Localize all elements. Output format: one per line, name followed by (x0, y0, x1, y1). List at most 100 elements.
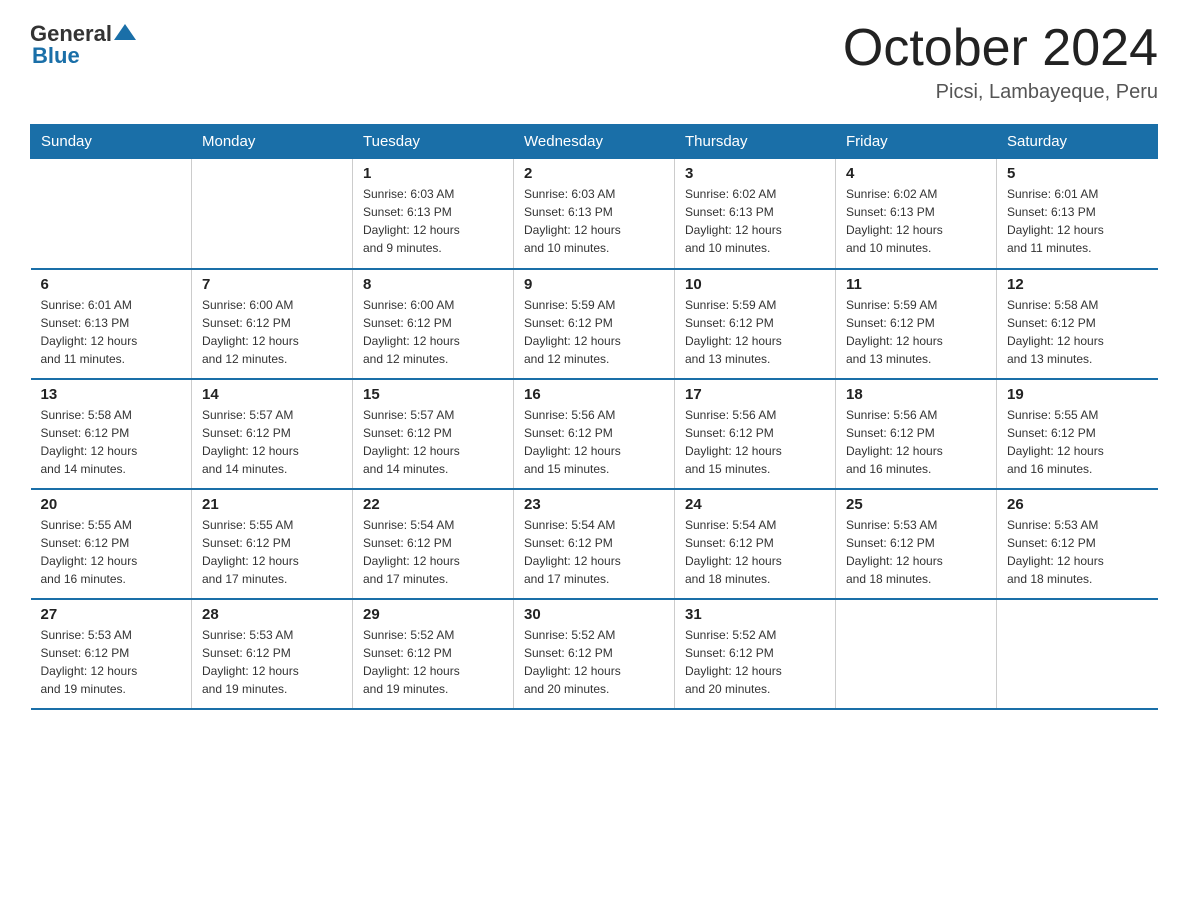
calendar-week-row: 13Sunrise: 5:58 AM Sunset: 6:12 PM Dayli… (31, 379, 1158, 489)
calendar-cell: 23 Sunrise: 5:54 AM Sunset: 6:12 PM Dayli… (514, 489, 675, 599)
day-info: Sunrise: 6:02 AM Sunset: 6:13 PM Dayligh… (685, 185, 825, 257)
day-info: Sunrise: 5:56 AM Sunset: 6:12 PM Dayligh… (524, 406, 664, 478)
day-number: 26 (1007, 496, 1148, 513)
calendar-cell: 22Sunrise: 5:54 AM Sunset: 6:12 PM Dayli… (353, 489, 514, 599)
day-info: Sunrise: 6:03 AM Sunset: 6:13 PM Dayligh… (524, 185, 664, 257)
header-day-wednesday: Wednesday (514, 125, 675, 159)
day-number: 29 (363, 606, 503, 623)
day-info: Sunrise: 5:55 AM Sunset: 6:12 PM Dayligh… (202, 516, 342, 588)
day-number: 23 (524, 496, 664, 513)
day-info: Sunrise: 5:52 AM Sunset: 6:12 PM Dayligh… (685, 626, 825, 698)
day-info: Sunrise: 5:56 AM Sunset: 6:12 PM Dayligh… (846, 406, 986, 478)
calendar-cell: 12 Sunrise: 5:58 AM Sunset: 6:12 PM Dayli… (997, 269, 1158, 379)
day-info: Sunrise: 6:02 AM Sunset: 6:13 PM Dayligh… (846, 185, 986, 257)
calendar-subtitle: Picsi, Lambayeque, Peru (843, 81, 1158, 104)
calendar-cell: 17 Sunrise: 5:56 AM Sunset: 6:12 PM Dayli… (675, 379, 836, 489)
calendar-cell (31, 159, 192, 269)
day-info: Sunrise: 5:53 AM Sunset: 6:12 PM Dayligh… (846, 516, 986, 588)
calendar-week-row: 27 Sunrise: 5:53 AM Sunset: 6:12 PM Dayli… (31, 599, 1158, 709)
calendar-cell: 25 Sunrise: 5:53 AM Sunset: 6:12 PM Dayli… (836, 489, 997, 599)
calendar-cell: 29Sunrise: 5:52 AM Sunset: 6:12 PM Dayli… (353, 599, 514, 709)
calendar-header: SundayMondayTuesdayWednesdayThursdayFrid… (31, 125, 1158, 159)
day-info: Sunrise: 5:55 AM Sunset: 6:12 PM Dayligh… (41, 516, 182, 588)
logo-blue-text: Blue (32, 43, 80, 69)
day-number: 1 (363, 165, 503, 182)
calendar-cell: 10Sunrise: 5:59 AM Sunset: 6:12 PM Dayli… (675, 269, 836, 379)
day-number: 9 (524, 276, 664, 293)
calendar-cell: 3 Sunrise: 6:02 AM Sunset: 6:13 PM Daylig… (675, 159, 836, 269)
day-number: 16 (524, 386, 664, 403)
calendar-cell: 28 Sunrise: 5:53 AM Sunset: 6:12 PM Dayli… (192, 599, 353, 709)
day-number: 6 (41, 276, 182, 293)
calendar-cell: 11Sunrise: 5:59 AM Sunset: 6:12 PM Dayli… (836, 269, 997, 379)
calendar-cell: 31 Sunrise: 5:52 AM Sunset: 6:12 PM Dayli… (675, 599, 836, 709)
day-number: 21 (202, 496, 342, 513)
day-number: 11 (846, 276, 986, 293)
day-number: 12 (1007, 276, 1148, 293)
page-header: General Blue October 2024 Picsi, Lambaye… (30, 20, 1158, 104)
calendar-cell: 2 Sunrise: 6:03 AM Sunset: 6:13 PM Daylig… (514, 159, 675, 269)
day-info: Sunrise: 5:58 AM Sunset: 6:12 PM Dayligh… (41, 406, 182, 478)
calendar-cell: 7 Sunrise: 6:00 AM Sunset: 6:12 PM Daylig… (192, 269, 353, 379)
day-number: 31 (685, 606, 825, 623)
calendar-cell (836, 599, 997, 709)
day-info: Sunrise: 5:56 AM Sunset: 6:12 PM Dayligh… (685, 406, 825, 478)
day-number: 14 (202, 386, 342, 403)
calendar-title: October 2024 (843, 20, 1158, 77)
day-number: 4 (846, 165, 986, 182)
day-number: 8 (363, 276, 503, 293)
calendar-week-row: 6 Sunrise: 6:01 AM Sunset: 6:13 PM Daylig… (31, 269, 1158, 379)
day-info: Sunrise: 6:00 AM Sunset: 6:12 PM Dayligh… (202, 296, 342, 368)
logo: General Blue (30, 20, 136, 69)
logo-triangle-icon (114, 22, 136, 42)
calendar-cell: 30 Sunrise: 5:52 AM Sunset: 6:12 PM Dayli… (514, 599, 675, 709)
calendar-cell: 15Sunrise: 5:57 AM Sunset: 6:12 PM Dayli… (353, 379, 514, 489)
day-number: 2 (524, 165, 664, 182)
calendar-cell: 4 Sunrise: 6:02 AM Sunset: 6:13 PM Daylig… (836, 159, 997, 269)
day-info: Sunrise: 5:53 AM Sunset: 6:12 PM Dayligh… (41, 626, 182, 698)
day-info: Sunrise: 5:58 AM Sunset: 6:12 PM Dayligh… (1007, 296, 1148, 368)
day-info: Sunrise: 5:53 AM Sunset: 6:12 PM Dayligh… (1007, 516, 1148, 588)
day-info: Sunrise: 6:01 AM Sunset: 6:13 PM Dayligh… (41, 296, 182, 368)
calendar-cell: 14Sunrise: 5:57 AM Sunset: 6:12 PM Dayli… (192, 379, 353, 489)
calendar-cell: 18Sunrise: 5:56 AM Sunset: 6:12 PM Dayli… (836, 379, 997, 489)
day-number: 22 (363, 496, 503, 513)
calendar-cell (192, 159, 353, 269)
calendar-cell: 6 Sunrise: 6:01 AM Sunset: 6:13 PM Daylig… (31, 269, 192, 379)
day-info: Sunrise: 5:55 AM Sunset: 6:12 PM Dayligh… (1007, 406, 1148, 478)
day-info: Sunrise: 5:53 AM Sunset: 6:12 PM Dayligh… (202, 626, 342, 698)
day-info: Sunrise: 5:59 AM Sunset: 6:12 PM Dayligh… (524, 296, 664, 368)
day-info: Sunrise: 5:54 AM Sunset: 6:12 PM Dayligh… (524, 516, 664, 588)
day-number: 17 (685, 386, 825, 403)
day-info: Sunrise: 5:54 AM Sunset: 6:12 PM Dayligh… (685, 516, 825, 588)
calendar-body: 1 Sunrise: 6:03 AM Sunset: 6:13 PM Daylig… (31, 159, 1158, 709)
calendar-week-row: 20Sunrise: 5:55 AM Sunset: 6:12 PM Dayli… (31, 489, 1158, 599)
title-section: October 2024 Picsi, Lambayeque, Peru (843, 20, 1158, 104)
calendar-cell: 19 Sunrise: 5:55 AM Sunset: 6:12 PM Dayli… (997, 379, 1158, 489)
calendar-cell: 27 Sunrise: 5:53 AM Sunset: 6:12 PM Dayli… (31, 599, 192, 709)
day-number: 3 (685, 165, 825, 182)
calendar-cell: 8 Sunrise: 6:00 AM Sunset: 6:12 PM Daylig… (353, 269, 514, 379)
day-info: Sunrise: 5:52 AM Sunset: 6:12 PM Dayligh… (524, 626, 664, 698)
calendar-cell: 21 Sunrise: 5:55 AM Sunset: 6:12 PM Dayli… (192, 489, 353, 599)
calendar-cell: 13Sunrise: 5:58 AM Sunset: 6:12 PM Dayli… (31, 379, 192, 489)
day-info: Sunrise: 5:59 AM Sunset: 6:12 PM Dayligh… (685, 296, 825, 368)
day-number: 30 (524, 606, 664, 623)
day-info: Sunrise: 6:01 AM Sunset: 6:13 PM Dayligh… (1007, 185, 1148, 257)
header-day-thursday: Thursday (675, 125, 836, 159)
day-number: 25 (846, 496, 986, 513)
calendar-cell: 1Sunrise: 6:03 AM Sunset: 6:13 PM Daylig… (353, 159, 514, 269)
calendar-cell: 9 Sunrise: 5:59 AM Sunset: 6:12 PM Daylig… (514, 269, 675, 379)
header-day-saturday: Saturday (997, 125, 1158, 159)
day-number: 19 (1007, 386, 1148, 403)
day-info: Sunrise: 5:57 AM Sunset: 6:12 PM Dayligh… (363, 406, 503, 478)
day-number: 27 (41, 606, 182, 623)
calendar-cell: 24Sunrise: 5:54 AM Sunset: 6:12 PM Dayli… (675, 489, 836, 599)
calendar-cell: 5Sunrise: 6:01 AM Sunset: 6:13 PM Daylig… (997, 159, 1158, 269)
day-number: 7 (202, 276, 342, 293)
day-number: 28 (202, 606, 342, 623)
header-day-sunday: Sunday (31, 125, 192, 159)
header-row: SundayMondayTuesdayWednesdayThursdayFrid… (31, 125, 1158, 159)
header-day-tuesday: Tuesday (353, 125, 514, 159)
day-info: Sunrise: 6:00 AM Sunset: 6:12 PM Dayligh… (363, 296, 503, 368)
